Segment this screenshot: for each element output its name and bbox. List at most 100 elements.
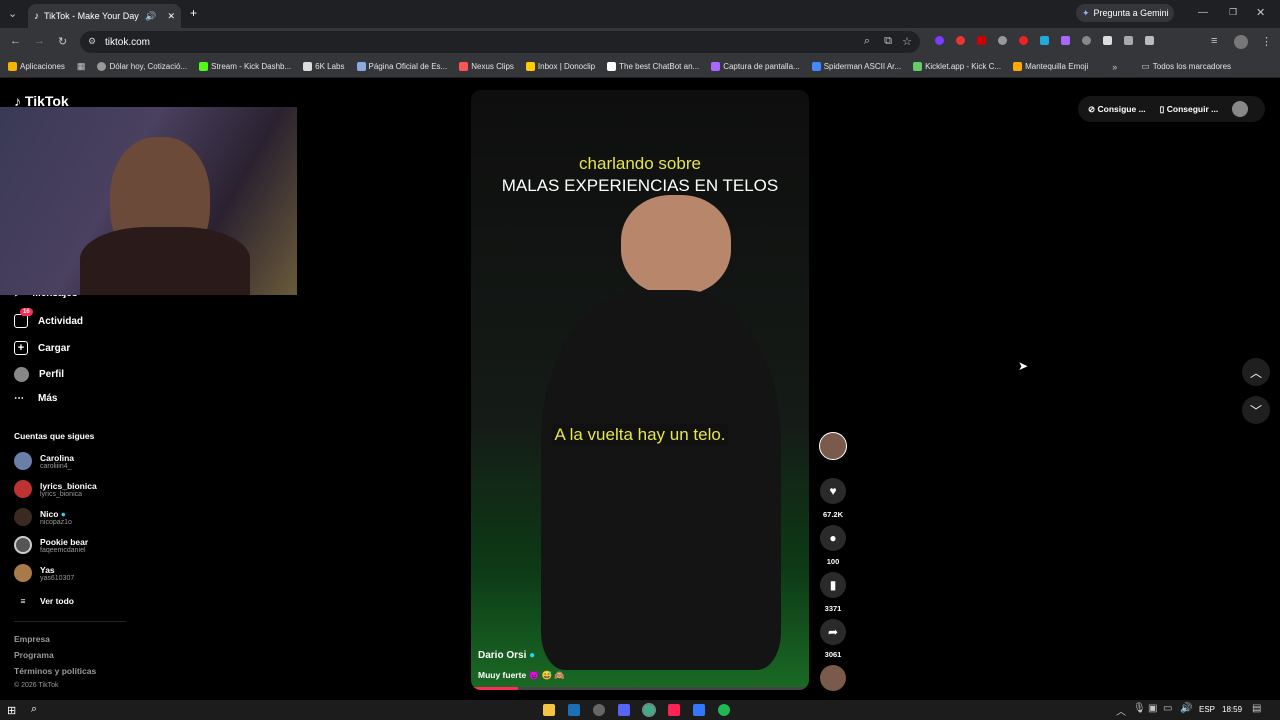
- media-control-icon[interactable]: ≡: [1211, 35, 1217, 47]
- tray-chevron-icon[interactable]: ︿: [1116, 703, 1126, 718]
- cast-icon[interactable]: ⧉: [884, 35, 892, 48]
- extension-icon[interactable]: [1082, 36, 1091, 45]
- more-bookmarks-icon[interactable]: »: [1112, 62, 1117, 72]
- microphone-icon[interactable]: 🎙: [1133, 703, 1146, 714]
- extension-icon[interactable]: [1040, 36, 1049, 45]
- sidebar-item-activity[interactable]: 16 Actividad: [14, 308, 83, 328]
- minimize-icon[interactable]: —: [1198, 7, 1208, 18]
- bookmark-item[interactable]: Captura de pantalla...: [711, 62, 800, 71]
- following-item[interactable]: Carolina caroliiin4_: [14, 452, 74, 470]
- caption-top: charlando sobre: [579, 154, 701, 173]
- app-icon[interactable]: [593, 704, 605, 716]
- like-button[interactable]: ♥: [820, 478, 846, 504]
- sound-disc[interactable]: [820, 665, 846, 691]
- bookmark-item[interactable]: The best ChatBot an...: [607, 62, 699, 71]
- tab-search-icon[interactable]: ⌄: [8, 7, 17, 20]
- see-all-label: Ver todo: [40, 596, 75, 606]
- footer-link-program[interactable]: Programa: [14, 650, 54, 660]
- coin-icon: ⊘: [1088, 103, 1096, 114]
- following-item[interactable]: Pookie bear faqeemcdaniel: [14, 536, 88, 554]
- steam-icon[interactable]: [568, 704, 580, 716]
- get-coins-button[interactable]: ⊘ Consigue ...: [1088, 104, 1146, 115]
- following-item[interactable]: lyrics_bionica lyrics_bionica: [14, 480, 97, 498]
- language-indicator[interactable]: ESP: [1199, 705, 1215, 714]
- menu-kebab-icon[interactable]: ⋮: [1261, 35, 1272, 48]
- windows-start-icon[interactable]: ⊞: [7, 704, 16, 717]
- previous-video-button[interactable]: ︿: [1242, 358, 1270, 386]
- bookmark-item[interactable]: Kicklet.app - Kick C...: [913, 62, 1001, 71]
- reload-icon[interactable]: ↻: [58, 35, 67, 48]
- following-item[interactable]: Nico ● nicopaz1o: [14, 508, 72, 526]
- comment-button[interactable]: ●: [820, 525, 846, 551]
- gemini-label: Pregunta a Gemini: [1093, 8, 1169, 18]
- back-icon[interactable]: ←: [10, 35, 21, 47]
- search-icon[interactable]: ⌕: [31, 703, 37, 716]
- app-icon[interactable]: [693, 704, 705, 716]
- bookmark-item[interactable]: Aplicaciones: [8, 62, 65, 71]
- bookmark-item[interactable]: Mantequilla Emoji: [1013, 62, 1088, 71]
- share-button[interactable]: ➦: [820, 619, 846, 645]
- spotify-icon[interactable]: [718, 704, 730, 716]
- maximize-icon[interactable]: ❐: [1229, 7, 1237, 18]
- footer-link-company[interactable]: Empresa: [14, 634, 50, 644]
- next-video-button[interactable]: ﹀: [1242, 396, 1270, 424]
- bookmark-item[interactable]: 6K Labs: [303, 62, 345, 71]
- chrome-icon[interactable]: [642, 703, 656, 717]
- bookmark-item[interactable]: Página Oficial de Es...: [356, 62, 447, 71]
- extension-icon[interactable]: [1061, 36, 1070, 45]
- save-button[interactable]: ▮: [820, 572, 846, 598]
- discord-icon[interactable]: [618, 704, 630, 716]
- sidebar-item-more[interactable]: ⋯ Más: [14, 393, 57, 404]
- extension-icon[interactable]: [998, 36, 1007, 45]
- extensions-puzzle-icon[interactable]: [1145, 36, 1154, 45]
- address-bar[interactable]: ⚙ tiktok.com ⌕ ⧉ ☆: [80, 31, 920, 53]
- display-icon[interactable]: ▭: [1163, 703, 1172, 714]
- adblock-icon[interactable]: [977, 36, 986, 45]
- speaker-icon[interactable]: 🔊: [145, 11, 156, 22]
- user-avatar[interactable]: [1232, 101, 1249, 117]
- grid-icon[interactable]: ▦: [77, 61, 86, 72]
- browser-tab[interactable]: ♪ TikTok - Make Your Day 🔊 ✕: [28, 4, 181, 28]
- bookmark-star-icon[interactable]: ☆: [902, 35, 912, 48]
- mouse-cursor-icon: ➤: [1018, 359, 1029, 373]
- close-tab-icon[interactable]: ✕: [167, 11, 175, 22]
- site-info-icon[interactable]: ⚙: [88, 36, 96, 47]
- bookmark-item[interactable]: Dólar hoy, Cotizació...: [97, 62, 187, 71]
- caption-main: MALAS EXPERIENCIAS EN TELOS: [501, 176, 779, 195]
- extension-icon[interactable]: [1019, 36, 1028, 45]
- bookmark-item[interactable]: Stream - Kick Dashb...: [199, 62, 291, 71]
- bookmark-item[interactable]: Spiderman ASCII Ar...: [811, 62, 901, 71]
- notifications-icon[interactable]: ▤: [1252, 703, 1261, 714]
- following-item[interactable]: Yas yas610307: [14, 564, 74, 582]
- extension-icon[interactable]: [956, 36, 965, 45]
- sidebar-item-upload[interactable]: + Cargar: [14, 341, 70, 355]
- bookmark-item[interactable]: Nexus Clips: [459, 62, 514, 71]
- all-bookmarks-folder[interactable]: ▭ Todos los marcadores: [1141, 61, 1231, 72]
- file-explorer-icon[interactable]: [543, 704, 555, 716]
- forward-icon[interactable]: →: [34, 35, 45, 47]
- extension-icon[interactable]: [1103, 36, 1112, 45]
- clock[interactable]: 18:59: [1222, 705, 1242, 714]
- bookmark-item[interactable]: Inbox | Donoclip: [525, 62, 595, 71]
- extension-icon[interactable]: [1124, 36, 1133, 45]
- footer-link-terms[interactable]: Términos y políticas: [14, 666, 96, 676]
- volume-icon[interactable]: 🔊: [1180, 703, 1192, 714]
- brave-icon[interactable]: [668, 704, 680, 716]
- video-author[interactable]: Dario Orsi ●: [478, 650, 535, 661]
- speaker-body: [541, 290, 781, 670]
- video-player[interactable]: charlando sobre MALAS EXPERIENCIAS EN TE…: [471, 90, 809, 690]
- network-icon[interactable]: ▣: [1148, 703, 1157, 714]
- zoom-icon[interactable]: ⌕: [864, 35, 870, 48]
- avatar: [14, 536, 32, 554]
- extension-icon[interactable]: [935, 36, 944, 45]
- see-all-link[interactable]: ≡ Ver todo: [14, 596, 75, 606]
- close-window-icon[interactable]: ✕: [1256, 6, 1265, 19]
- sidebar-item-profile[interactable]: Perfil: [14, 367, 64, 382]
- progress-bar[interactable]: [471, 687, 809, 690]
- get-app-button[interactable]: ▯ Conseguir ...: [1160, 104, 1219, 115]
- gemini-button[interactable]: ✦ Pregunta a Gemini: [1076, 4, 1174, 22]
- profile-avatar[interactable]: [1234, 35, 1248, 49]
- creator-avatar[interactable]: [819, 432, 847, 460]
- progress-fill: [471, 687, 519, 690]
- new-tab-button[interactable]: +: [190, 6, 197, 20]
